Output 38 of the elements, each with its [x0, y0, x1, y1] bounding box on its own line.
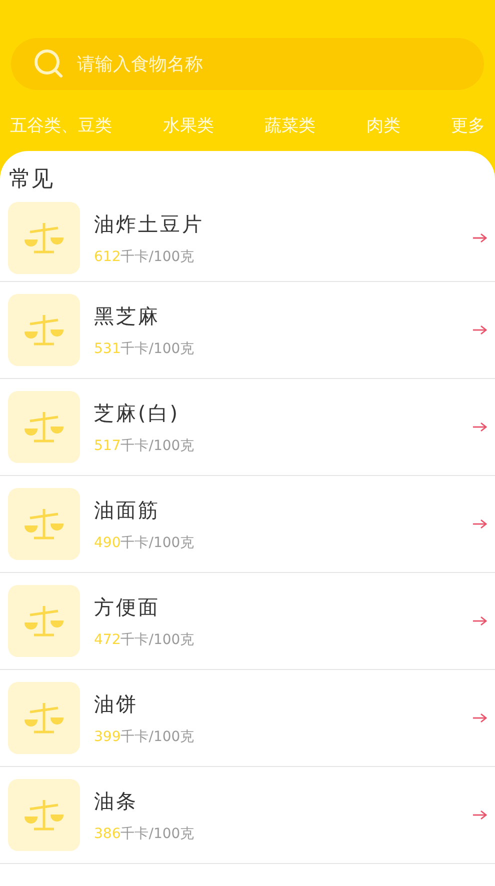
- food-item[interactable]: 油面筋 490千卡/100克: [0, 476, 495, 573]
- food-item[interactable]: 芝麻(白) 517千卡/100克: [0, 379, 495, 476]
- food-name: 油饼: [94, 690, 139, 718]
- section-title: 常见: [9, 166, 54, 194]
- calorie-text: 490千卡/100克: [94, 534, 196, 552]
- food-item[interactable]: 方便面 472千卡/100克: [0, 573, 495, 670]
- food-name: 黑芝麻: [94, 302, 161, 330]
- arrow-icon: [473, 713, 487, 723]
- food-item[interactable]: 油饼 399千卡/100克: [0, 670, 495, 767]
- food-name: 芝麻(白): [94, 400, 181, 426]
- arrow-icon: [473, 422, 487, 432]
- food-item[interactable]: 油炸土豆片 612千卡/100克: [0, 195, 495, 282]
- food-name: 油条: [94, 788, 139, 814]
- scale-icon: [8, 391, 80, 463]
- food-name: 油炸土豆片: [94, 210, 205, 238]
- arrow-icon: [473, 810, 487, 820]
- arrow-icon: [473, 616, 487, 626]
- scale-icon: [8, 294, 80, 366]
- scale-icon: [8, 488, 80, 560]
- scale-icon: [8, 202, 80, 274]
- calorie-text: 399千卡/100克: [94, 728, 196, 746]
- food-item[interactable]: 黑芝麻 531千卡/100克: [0, 282, 495, 379]
- arrow-icon: [473, 519, 487, 529]
- scale-icon: [8, 682, 80, 754]
- calorie-text: 517千卡/100克: [94, 436, 196, 454]
- search-field[interactable]: 请输入食物名称: [11, 38, 484, 90]
- food-item[interactable]: 油条 386千卡/100克: [0, 767, 495, 864]
- calorie-text: 531千卡/100克: [94, 340, 196, 358]
- calorie-text: 612千卡/100克: [94, 248, 196, 266]
- scale-icon: [8, 779, 80, 851]
- food-name: 油面筋: [94, 496, 161, 524]
- search-icon: [33, 48, 65, 80]
- arrow-icon: [473, 325, 487, 335]
- calorie-text: 386千卡/100克: [94, 824, 196, 842]
- calorie-text: 472千卡/100克: [94, 630, 196, 648]
- scale-icon: [8, 585, 80, 657]
- food-name: 方便面: [94, 594, 161, 620]
- arrow-icon: [473, 233, 487, 243]
